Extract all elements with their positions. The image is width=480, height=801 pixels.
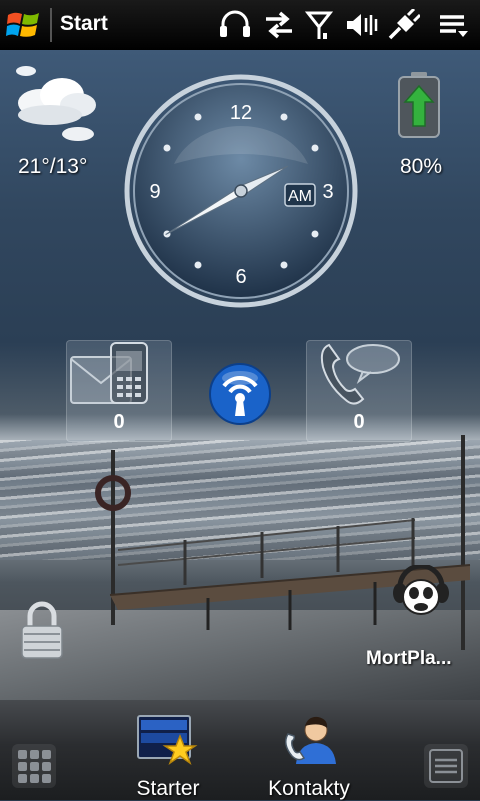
clock-numeral-3: 3 [322, 181, 333, 203]
mortplayer-icon[interactable] [392, 565, 450, 623]
clock-numeral-9: 9 [149, 181, 160, 203]
analog-clock[interactable]: 12 3 6 9 AM [124, 74, 358, 308]
mortplayer-label[interactable]: MortPla... [366, 648, 452, 670]
messages-count: 0 [113, 411, 125, 433]
wifi-icon[interactable] [208, 362, 272, 426]
start-title[interactable]: Start [60, 12, 108, 36]
lock-icon[interactable] [18, 598, 66, 662]
clock-numeral-12: 12 [230, 102, 252, 124]
messages-tile[interactable]: 0 [66, 340, 172, 442]
power-plug-icon[interactable] [386, 9, 420, 41]
calls-tile[interactable]: 0 [306, 340, 412, 442]
cloud-icon[interactable] [10, 65, 102, 145]
menu-list-icon[interactable] [424, 744, 468, 788]
data-transfer-icon[interactable] [262, 9, 296, 41]
bottom-bar: Starter Kontakty [0, 700, 480, 800]
calls-count: 0 [353, 411, 365, 433]
starter-icon [137, 715, 198, 765]
contacts-app[interactable]: Kontakty [262, 714, 356, 801]
clock-center [234, 184, 248, 198]
missed-calls-icon [320, 343, 400, 405]
weather-temperature[interactable]: 21°/13° [18, 155, 87, 179]
starter-app[interactable]: Starter [128, 714, 208, 801]
all-apps-grid-icon[interactable] [12, 744, 56, 788]
status-separator [50, 8, 52, 42]
messages-phone-icon [70, 342, 148, 404]
starter-label: Starter [136, 777, 200, 800]
headset-icon[interactable] [218, 9, 252, 41]
clock-ampm: AM [288, 188, 312, 205]
home-screen: 21°/13° 12 3 6 9 AM 80% 0 0 MortPla... [0, 50, 480, 700]
windows-logo-icon[interactable] [6, 9, 42, 41]
clock-numeral-6: 6 [235, 266, 246, 288]
volume-muted-icon[interactable] [344, 9, 378, 41]
contacts-label: Kontakty [268, 777, 350, 800]
battery-charging-icon[interactable] [396, 70, 442, 140]
contacts-icon [285, 716, 336, 764]
menu-icon[interactable] [436, 9, 470, 41]
signal-icon[interactable] [302, 9, 336, 41]
status-bar: Start [0, 0, 480, 50]
battery-percent[interactable]: 80% [400, 155, 442, 179]
